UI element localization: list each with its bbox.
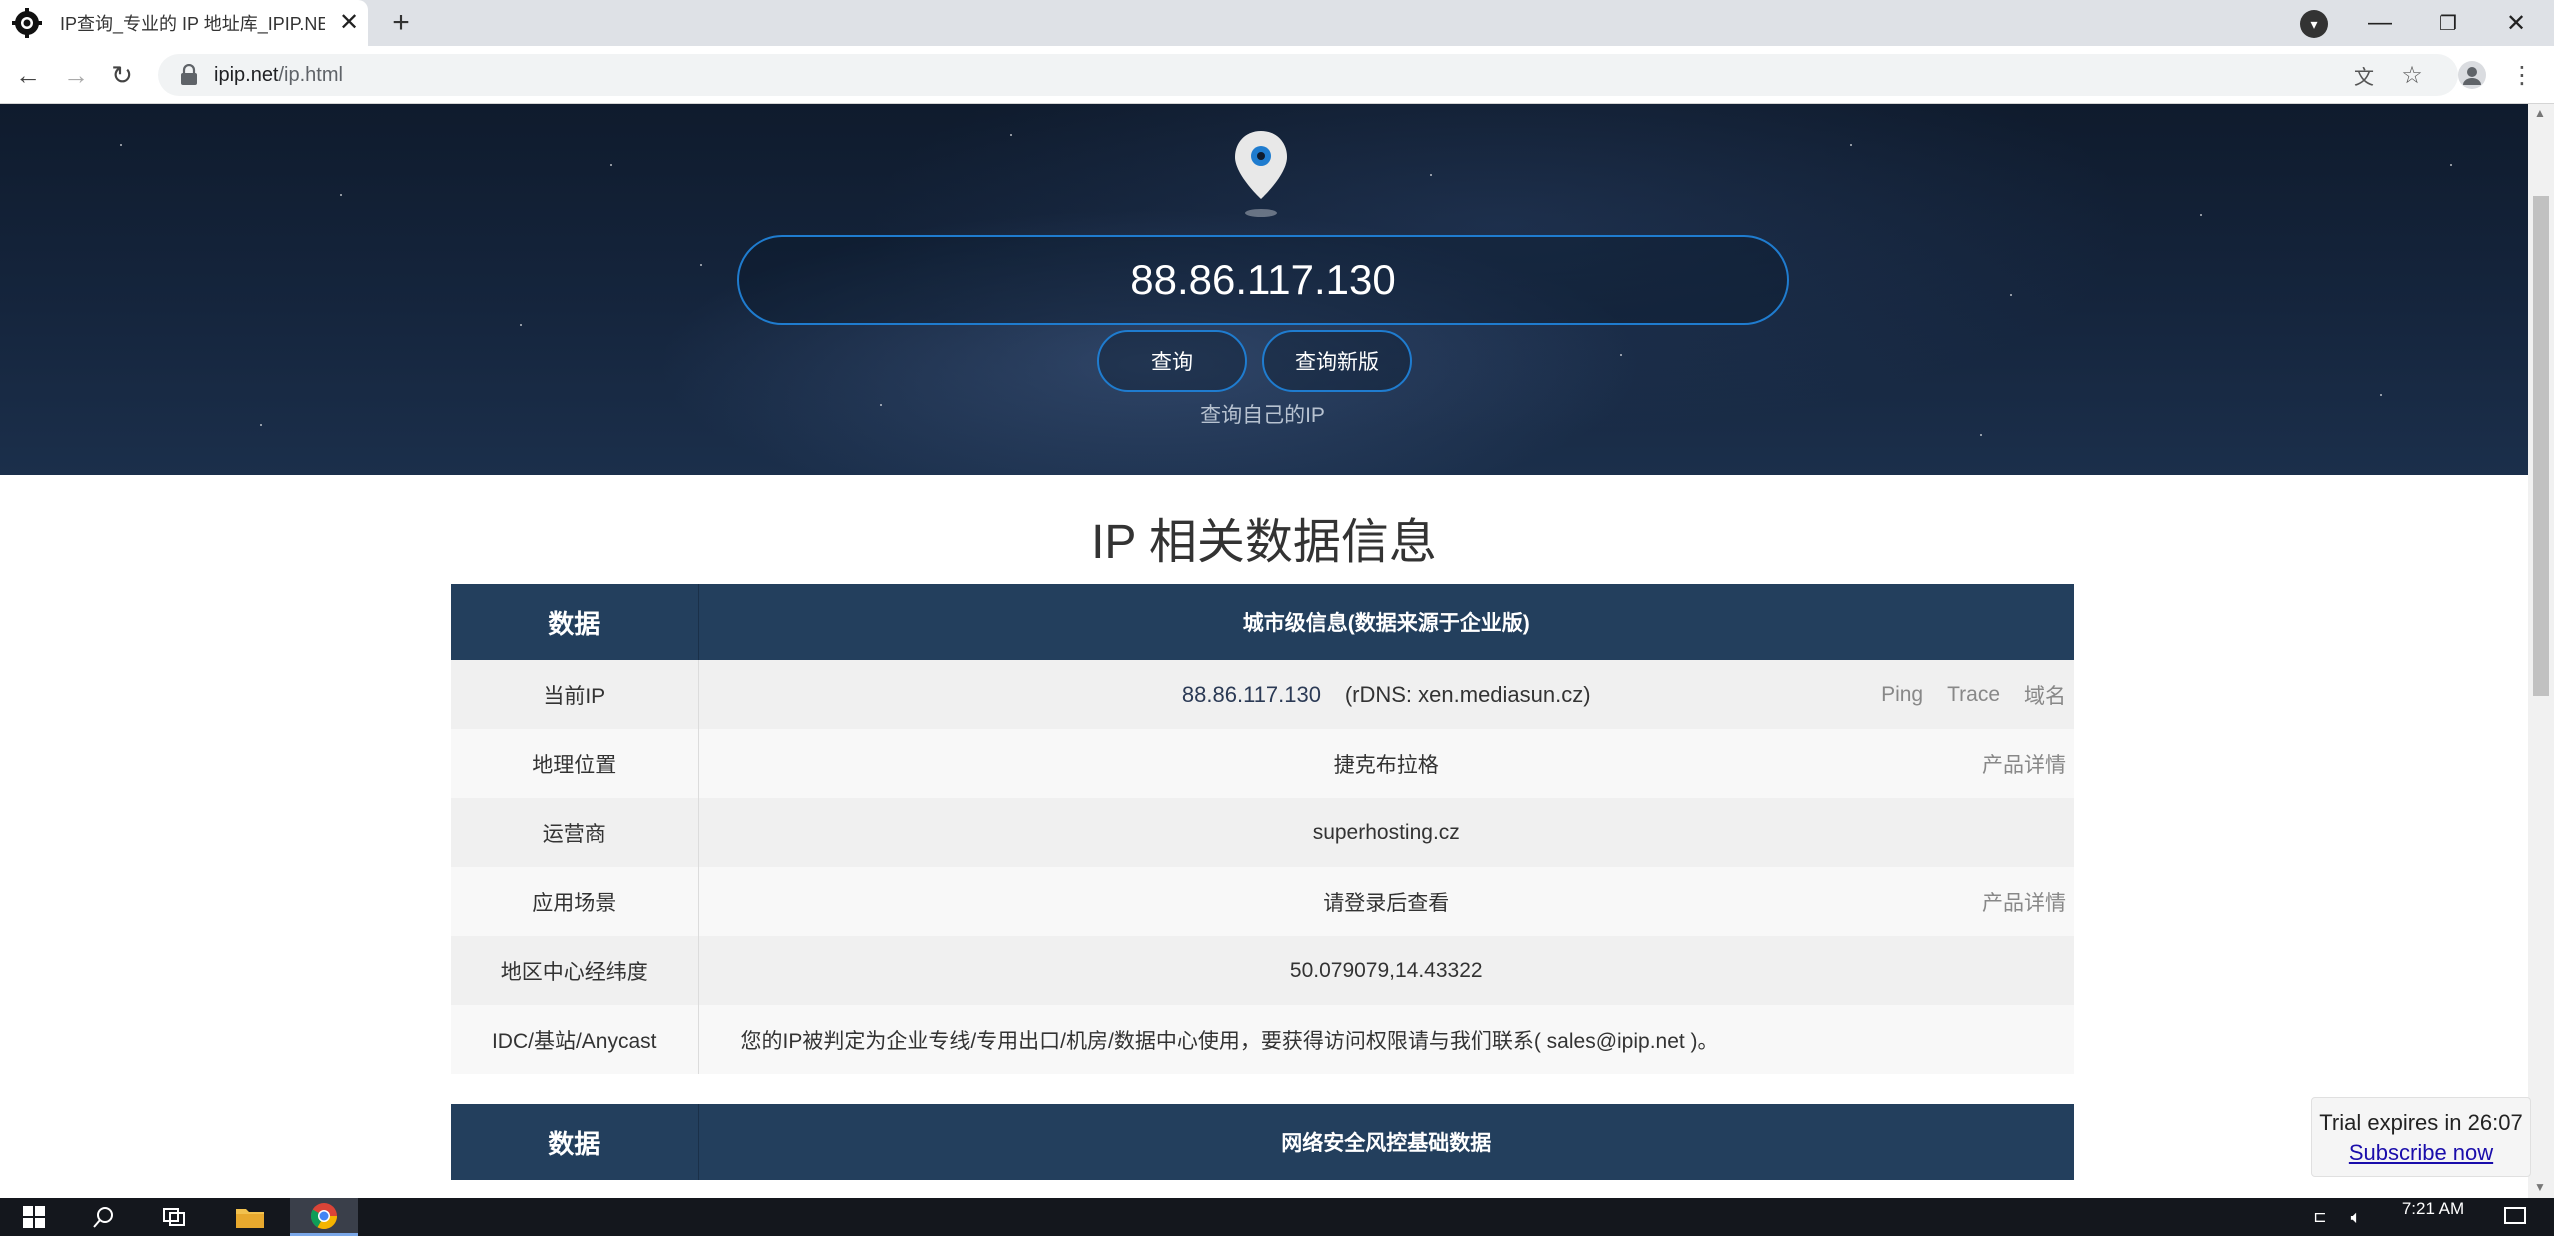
table-header-data: 数据 (451, 1104, 699, 1180)
row-label: 运营商 (451, 798, 699, 867)
subscribe-link[interactable]: Subscribe now (2312, 1140, 2530, 1166)
product-details-link[interactable]: 产品详情 (1982, 749, 2066, 779)
restore-icon[interactable]: ❐ (2414, 0, 2482, 46)
isp-value: superhosting.cz (1312, 820, 1460, 844)
usage-scenario-value: 请登录后查看 (1323, 891, 1450, 915)
query-self-ip-link[interactable]: 查询自己的IP (1130, 399, 1395, 429)
location-value: 捷克布拉格 (1333, 753, 1439, 777)
notification-icon[interactable] (2490, 1198, 2540, 1236)
gear-icon (10, 6, 44, 40)
tab-search-icon[interactable]: ▾ (2300, 10, 2328, 38)
ip-search-input[interactable] (737, 235, 1789, 325)
table-header-city-info: 城市级信息(数据来源于企业版) (698, 584, 2074, 660)
browser-tab[interactable]: IP查询_专业的 IP 地址库_IPIP.NET ✕ (0, 0, 368, 46)
scroll-up-icon[interactable]: ▲ (2534, 106, 2546, 120)
taskbar: ⊏ 🔈︎ 7:21 AM (0, 1198, 2554, 1236)
section-title: IP 相关数据信息 (1091, 516, 1437, 569)
row-label: 地理位置 (451, 729, 699, 798)
url-text: ipip.net/ip.html (214, 63, 343, 86)
table-header-security: 网络安全风控基础数据 (698, 1104, 2074, 1180)
new-tab-icon[interactable]: + (384, 6, 418, 40)
table-row-location: 地理位置 捷克布拉格 产品详情 (451, 729, 2074, 798)
product-details-link[interactable]: 产品详情 (1982, 887, 2066, 917)
menu-dots-icon[interactable]: ⋮ (2502, 55, 2542, 95)
security-data-table: 数据 网络安全风控基础数据 (451, 1104, 2074, 1180)
query-new-version-button[interactable]: 查询新版 (1262, 330, 1412, 392)
address-bar[interactable]: ipip.net/ip.html (158, 54, 2458, 96)
tab-strip: IP查询_专业的 IP 地址库_IPIP.NET ✕ + ▾ — ❐ ✕ (0, 0, 2554, 46)
row-label: 地区中心经纬度 (451, 936, 699, 1005)
trial-notice: Trial expires in 26:07 Subscribe now (2311, 1097, 2531, 1177)
page-viewport: 查询 查询新版 查询自己的IP IP 相关数据信息 数据 城市级信息(数据来源于… (0, 104, 2528, 1198)
table-row-current-ip: 当前IP 88.86.117.130 (rDNS: xen.mediasun.c… (451, 660, 2074, 729)
city-info-table: 数据 城市级信息(数据来源于企业版) 当前IP 88.86.117.130 (r… (451, 584, 2074, 1074)
clock[interactable]: 7:21 AM (2378, 1200, 2488, 1218)
idc-notice: 您的IP被判定为企业专线/专用出口/机房/数据中心使用，要获得访问权限请与我们联… (740, 1029, 1719, 1053)
ping-link[interactable]: Ping (1881, 683, 1923, 707)
current-ip-value[interactable]: 88.86.117.130 (1182, 682, 1321, 707)
search-icon[interactable] (70, 1198, 138, 1236)
lock-icon (180, 63, 198, 86)
forward-arrow-icon[interactable]: → (56, 55, 96, 95)
table-row-usage-scenario: 应用场景 请登录后查看 产品详情 (451, 867, 2074, 936)
task-view-icon[interactable] (140, 1198, 208, 1236)
tab-close-icon[interactable]: ✕ (339, 11, 359, 35)
domain-link[interactable]: 域名 (2024, 680, 2066, 710)
hero-banner: 查询 查询新版 查询自己的IP (0, 104, 2528, 475)
table-header-data: 数据 (451, 584, 699, 660)
row-label: 应用场景 (451, 867, 699, 936)
back-arrow-icon[interactable]: ← (8, 55, 48, 95)
browser-toolbar: ← → ↻ ipip.net/ip.html 文 ☆ ⋮ (0, 46, 2554, 104)
vertical-scrollbar[interactable]: ▲ ▼ (2528, 104, 2554, 1198)
rdns-value: (rDNS: xen.mediasun.cz) (1344, 681, 1591, 707)
trial-text: Trial expires in 26:07 (2319, 1110, 2523, 1135)
scroll-down-icon[interactable]: ▼ (2534, 1180, 2546, 1194)
table-row-coordinates: 地区中心经纬度 50.079079,14.43322 (451, 936, 2074, 1005)
location-pin-icon (1231, 129, 1291, 219)
table-row-isp: 运营商 superhosting.cz (451, 798, 2074, 867)
windows-start-icon[interactable] (0, 1198, 68, 1236)
close-window-icon[interactable]: ✕ (2482, 0, 2550, 46)
row-label: IDC/基站/Anycast (451, 1005, 699, 1074)
reload-icon[interactable]: ↻ (102, 55, 142, 95)
file-explorer-icon[interactable] (216, 1198, 284, 1236)
chrome-icon[interactable] (290, 1198, 358, 1236)
tab-title: IP查询_专业的 IP 地址库_IPIP.NET (60, 14, 325, 34)
coordinates-value: 50.079079,14.43322 (1289, 958, 1483, 982)
account-icon[interactable] (2452, 55, 2492, 95)
table-row-idc: IDC/基站/Anycast 您的IP被判定为企业专线/专用出口/机房/数据中心… (451, 1005, 2074, 1074)
network-icon[interactable]: ⊏ (2300, 1198, 2340, 1236)
row-label: 当前IP (451, 660, 699, 729)
translate-icon[interactable]: 文 (2344, 55, 2384, 95)
volume-icon[interactable]: 🔈︎ (2336, 1198, 2376, 1236)
scrollbar-thumb[interactable] (2533, 196, 2549, 696)
star-icon[interactable]: ☆ (2392, 55, 2432, 95)
query-button[interactable]: 查询 (1097, 330, 1247, 392)
minimize-icon[interactable]: — (2346, 0, 2414, 46)
trace-link[interactable]: Trace (1947, 683, 2000, 707)
